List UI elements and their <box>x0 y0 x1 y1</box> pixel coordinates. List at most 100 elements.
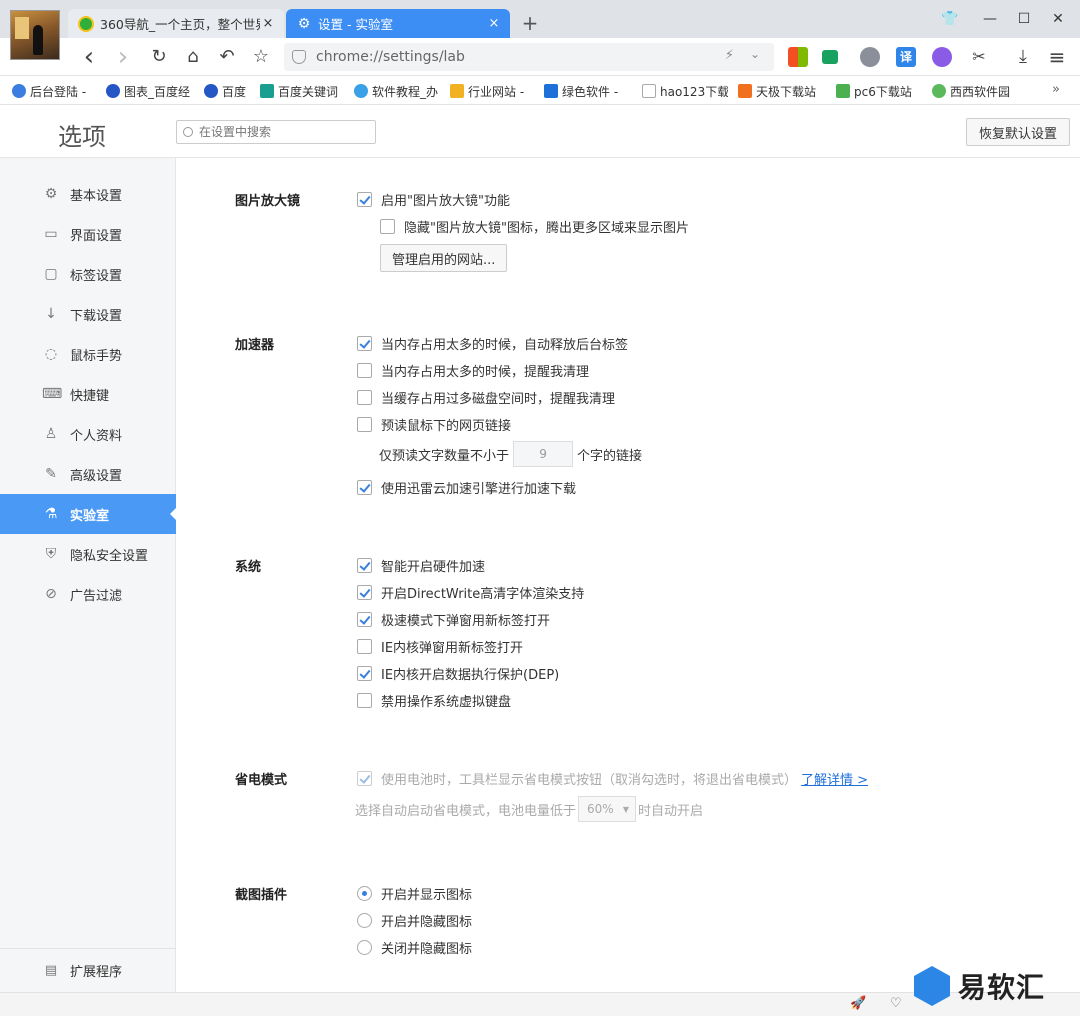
user-avatar[interactable] <box>10 10 60 60</box>
bookmark-item[interactable]: 绿色软件 - <box>544 82 626 100</box>
bookmark-item[interactable]: 行业网站 - <box>450 82 532 100</box>
radio[interactable] <box>357 913 372 928</box>
download-icon[interactable]: ⤓ <box>1010 44 1036 70</box>
sidebar-item-privacy[interactable]: ⛨ 隐私安全设置 <box>0 534 176 574</box>
bookmark-star-button[interactable]: ☆ <box>248 44 274 70</box>
sidebar-item-tabs[interactable]: ▢ 标签设置 <box>0 254 176 294</box>
checkbox[interactable] <box>357 639 372 654</box>
sidebar-item-extensions[interactable]: ▤ 扩展程序 <box>0 948 176 992</box>
accelerator-option[interactable]: 当内存占用太多的时候，提醒我清理 <box>357 361 589 380</box>
bookmark-item[interactable]: 图表_百度经 <box>106 82 192 100</box>
checkbox[interactable] <box>357 666 372 681</box>
checkbox[interactable] <box>357 612 372 627</box>
screenshot-option[interactable]: 关闭并隐藏图标 <box>357 938 472 957</box>
checkbox[interactable] <box>357 363 372 378</box>
chevron-down-icon: ▼ <box>622 804 630 814</box>
chevron-down-icon[interactable]: ⌄ <box>750 47 760 61</box>
checkbox[interactable] <box>357 336 372 351</box>
baidu-paw-icon <box>106 84 120 98</box>
screenshot-option[interactable]: 开启并显示图标 <box>357 884 472 903</box>
menu-icon[interactable]: ≡ <box>1044 44 1070 70</box>
prefetch-length-input[interactable] <box>513 441 574 467</box>
system-option[interactable]: 智能开启硬件加速 <box>357 556 485 575</box>
checkbox[interactable] <box>357 585 372 600</box>
system-option[interactable]: 极速模式下弹窗用新标签打开 <box>357 610 550 629</box>
bookmark-item[interactable]: 天极下载站 <box>738 82 822 100</box>
checkbox[interactable] <box>357 390 372 405</box>
bookmark-item[interactable]: 软件教程_办 <box>354 82 438 100</box>
tab-close-icon[interactable]: × <box>486 16 502 31</box>
sidebar-item-lab[interactable]: ⚗ 实验室 <box>0 494 176 534</box>
system-option[interactable]: IE内核弹窗用新标签打开 <box>357 637 523 656</box>
sidebar-item-adblock[interactable]: ⊘ 广告过滤 <box>0 574 176 614</box>
windows-grid-icon[interactable] <box>788 47 808 67</box>
translate-icon[interactable]: 译 <box>896 47 916 67</box>
home-button[interactable]: ⌂ <box>180 44 206 70</box>
skin-icon[interactable]: 👕 <box>938 8 962 30</box>
undo-close-button[interactable]: ↶ <box>214 44 240 70</box>
tab-close-icon[interactable]: × <box>260 16 276 31</box>
heart-icon[interactable]: ♡ <box>890 996 902 1011</box>
sidebar-item-interface[interactable]: ▭ 界面设置 <box>0 214 176 254</box>
sidebar-item-mouse-gesture[interactable]: ◌ 鼠标手势 <box>0 334 176 374</box>
battery-threshold-select[interactable]: 60% ▼ <box>578 796 637 822</box>
system-option[interactable]: 禁用操作系统虚拟键盘 <box>357 691 511 710</box>
system-option[interactable]: IE内核开启数据执行保护(DEP) <box>357 664 559 683</box>
tab-settings-lab[interactable]: ⚙ 设置 - 实验室 × <box>286 9 510 38</box>
address-input[interactable] <box>316 49 716 65</box>
learn-more-link[interactable]: 了解详情 > <box>801 769 868 788</box>
radio[interactable] <box>357 940 372 955</box>
bookmark-item[interactable]: 后台登陆 - <box>12 82 92 100</box>
sidebar-item-shortcuts[interactable]: ⌨ 快捷键 <box>0 374 176 414</box>
radio[interactable] <box>357 886 372 901</box>
maximize-button[interactable]: ☐ <box>1012 8 1036 30</box>
screenshot-option[interactable]: 开启并隐藏图标 <box>357 911 472 930</box>
new-tab-button[interactable]: + <box>518 10 542 36</box>
avatar-figure-shape <box>33 25 43 55</box>
back-button[interactable]: ‹ <box>76 44 102 70</box>
bookmark-item[interactable]: 百度关键词 <box>260 82 340 100</box>
checkbox[interactable] <box>357 558 372 573</box>
search-input[interactable] <box>199 125 369 139</box>
bolt-icon[interactable]: ⚡ <box>725 48 734 63</box>
manage-sites-button[interactable]: 管理启用的网站... <box>380 244 508 272</box>
system-option[interactable]: 开启DirectWrite高清字体渲染支持 <box>357 583 584 602</box>
bookmark-item[interactable]: pc6下载站 <box>836 82 918 100</box>
flower-icon[interactable] <box>932 47 952 67</box>
sidebar-item-profile[interactable]: ♙ 个人资料 <box>0 414 176 454</box>
magnifier-hide-icon-option[interactable]: 隐藏"图片放大镜"图标，腾出更多区域来显示图片 <box>380 217 689 236</box>
sidebar-item-download[interactable]: ↓ 下载设置 <box>0 294 176 334</box>
bookmark-item[interactable]: 百度 <box>204 82 252 100</box>
green-chat-icon[interactable] <box>822 50 838 64</box>
reload-button[interactable]: ↻ <box>146 44 172 70</box>
gray-cloud-icon[interactable] <box>860 47 880 67</box>
checkbox[interactable] <box>357 771 372 786</box>
checkbox[interactable] <box>380 219 395 234</box>
magnifier-enable-option[interactable]: 启用"图片放大镜"功能 <box>357 190 510 209</box>
minimize-button[interactable]: — <box>978 8 1002 30</box>
bookmark-item[interactable]: hao123下载 <box>642 82 728 100</box>
checkbox[interactable] <box>357 693 372 708</box>
settings-search[interactable] <box>176 120 376 144</box>
xixi-icon <box>932 84 946 98</box>
bookmark-item[interactable]: 西西软件园 <box>932 82 1018 100</box>
bookmarks-more-icon[interactable]: » <box>1052 82 1060 97</box>
address-bar[interactable]: ⚡ ⌄ <box>284 43 774 71</box>
forward-button[interactable]: › <box>110 44 136 70</box>
checkbox[interactable] <box>357 417 372 432</box>
checkbox[interactable] <box>357 480 372 495</box>
accelerator-option[interactable]: 当内存占用太多的时候，自动释放后台标签 <box>357 334 628 353</box>
sidebar-item-basic[interactable]: ⚙ 基本设置 <box>0 174 176 214</box>
tab-360-nav[interactable]: 360导航_一个主页，整个世界 × <box>68 9 284 38</box>
scissors-icon[interactable]: ✂ <box>966 44 992 70</box>
close-window-button[interactable]: ✕ <box>1046 8 1070 30</box>
sidebar-item-advanced[interactable]: ✎ 高级设置 <box>0 454 176 494</box>
checkbox[interactable] <box>357 192 372 207</box>
power-battery-option[interactable]: 使用电池时，工具栏显示省电模式按钮（取消勾选时，将退出省电模式） 了解详情 > <box>357 769 868 788</box>
accelerator-option[interactable]: 预读鼠标下的网页链接 <box>357 415 511 434</box>
tianji-icon <box>738 84 752 98</box>
restore-defaults-button[interactable]: 恢复默认设置 <box>966 118 1070 146</box>
rocket-icon[interactable]: 🚀 <box>850 996 866 1011</box>
thunder-accel-option[interactable]: 使用迅雷云加速引擎进行加速下载 <box>357 478 576 497</box>
accelerator-option[interactable]: 当缓存占用过多磁盘空间时，提醒我清理 <box>357 388 615 407</box>
